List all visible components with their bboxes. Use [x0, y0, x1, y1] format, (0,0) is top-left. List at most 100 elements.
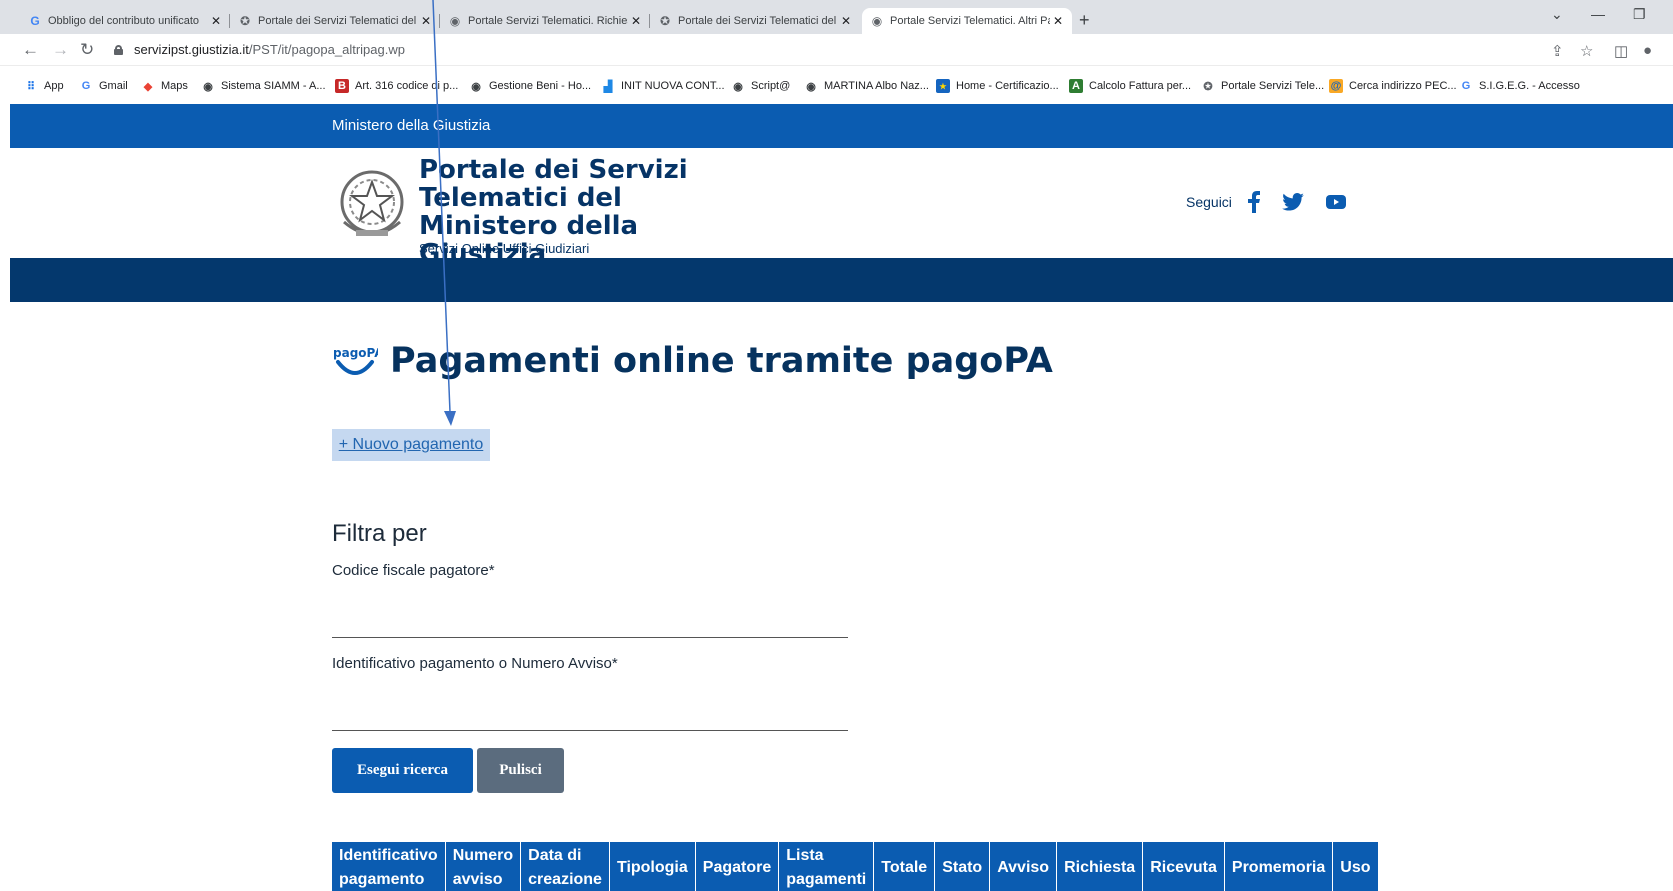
globe-icon: ◉ [871, 14, 883, 28]
table-header-cell: Uso [1332, 842, 1378, 891]
page-heading: pagoPA Pagamenti online tramite pagoPA [332, 340, 1053, 382]
table-header-text: Identificativo [339, 847, 438, 864]
emblem-icon: ✪ [659, 14, 671, 28]
side-panel-icon[interactable]: ◫ [1614, 42, 1628, 60]
bookmark-star-icon[interactable]: ☆ [1580, 42, 1593, 60]
new-payment-link[interactable]: + Nuovo pagamento [339, 436, 484, 454]
table-header-cell: Data di creazione [520, 842, 610, 891]
table-header-cell: Tipologia [609, 842, 696, 891]
bookmark-item[interactable]: ◉ Script@ [731, 79, 790, 93]
profile-avatar-icon[interactable]: ● [1643, 42, 1652, 59]
close-tab-icon[interactable]: ✕ [628, 14, 644, 28]
table-header-text: Stato [942, 859, 983, 876]
google-icon: G [1461, 80, 1471, 92]
navigation-bar [10, 258, 1673, 302]
twitter-icon[interactable] [1282, 193, 1304, 211]
browser-toolbar: ← → ↻ servizipst.giustizia.it/PST/it/pag… [0, 34, 1673, 66]
browser-tab[interactable]: G Obbligo del contributo unificato ✕ [20, 8, 230, 34]
close-tab-icon[interactable]: ✕ [418, 14, 434, 28]
google-icon: G [30, 14, 40, 28]
site-header: Portale dei Servizi Telematici del Minis… [10, 148, 1673, 268]
table-header-row: Identificativo pagamento Numero avviso Data … [332, 842, 1378, 891]
table-header-text: Totale [881, 859, 928, 876]
table-header-cell: Promemoria [1224, 842, 1334, 891]
tax-code-input[interactable] [332, 604, 848, 638]
google-icon: G [81, 80, 91, 92]
close-tab-icon[interactable]: ✕ [208, 14, 224, 28]
bookmark-item[interactable]: ⠿ App [24, 79, 64, 93]
table-header-cell: Totale [873, 842, 936, 891]
bookmark-item[interactable]: A Calcolo Fattura per... [1069, 79, 1191, 93]
bookmark-item[interactable]: @ Cerca indirizzo PEC... [1329, 79, 1457, 93]
close-tab-icon[interactable]: ✕ [1050, 14, 1066, 28]
back-icon[interactable]: ← [22, 40, 39, 60]
search-button[interactable]: Esegui ricerca [332, 748, 473, 793]
facebook-icon[interactable] [1247, 191, 1260, 213]
table-header-cell: Richiesta [1056, 842, 1144, 891]
payments-table: Identificativo pagamento Numero avviso Data … [332, 842, 1378, 891]
table-header-text: pagamento [339, 871, 425, 888]
browser-tab[interactable]: ✪ Portale dei Servizi Telematici del ✕ [650, 8, 860, 34]
table-header-text: Lista [786, 847, 824, 864]
reload-icon[interactable]: ↻ [80, 40, 94, 60]
bookmark-item[interactable]: ◆ Maps [141, 79, 188, 93]
browser-tab-active[interactable]: ◉ Portale Servizi Telematici. Altri Pa ✕ [862, 8, 1072, 34]
table-header-cell: Identificativo pagamento [332, 842, 446, 891]
table-header-text: Pagatore [702, 859, 772, 876]
tab-search-icon[interactable]: ⌄ [1551, 6, 1563, 23]
minimize-icon[interactable]: — [1591, 6, 1605, 22]
chart-icon: ▟ [603, 80, 613, 93]
table-header-cell: Pagatore [695, 842, 780, 891]
bookmarks-bar: ⠿ App G Gmail ◆ Maps ◉ Sistema SIAMM - A... … [0, 66, 1673, 104]
italian-republic-emblem-icon [340, 170, 404, 236]
share-icon[interactable]: ⇪ [1551, 42, 1564, 60]
social-links: Seguici [1186, 191, 1368, 213]
bookmark-item[interactable]: ★ Home - Certificazio... [936, 79, 1059, 93]
browser-tab[interactable]: ✪ Portale dei Servizi Telematici del ✕ [230, 8, 440, 34]
table-header-cell: Stato [934, 842, 991, 891]
bookmark-item[interactable]: G S.I.G.E.G. - Accesso [1459, 79, 1580, 93]
lock-icon[interactable] [114, 45, 123, 55]
new-tab-button[interactable]: + [1079, 10, 1090, 31]
table-header-text: avviso [452, 871, 503, 888]
restore-icon[interactable]: ❐ [1633, 6, 1646, 23]
table-header-text: Tipologia [616, 859, 688, 876]
table-header-text: Ricevuta [1150, 859, 1217, 876]
table-header-text: pagamenti [786, 871, 867, 888]
clear-button[interactable]: Pulisci [477, 748, 564, 793]
globe-icon: ◉ [449, 14, 461, 28]
tax-code-label: Codice fiscale pagatore* [332, 562, 495, 579]
browser-tab[interactable]: ◉ Portale Servizi Telematici. Richies ✕ [440, 8, 650, 34]
bookmark-item[interactable]: ◉ MARTINA Albo Naz... [804, 79, 929, 93]
bookmark-item[interactable]: G Gmail [79, 79, 128, 93]
table-header-cell: Ricevuta [1142, 842, 1225, 891]
bookmark-item[interactable]: B Art. 316 codice di p... [335, 79, 458, 93]
browser-tab-bar: G Obbligo del contributo unificato ✕ ✪ P… [0, 0, 1673, 34]
table-header-text: Avviso [997, 859, 1050, 876]
table-header-text: Uso [1340, 859, 1371, 876]
follow-label: Seguici [1186, 194, 1232, 210]
new-payment-button[interactable]: + Nuovo pagamento [332, 429, 490, 461]
youtube-icon[interactable] [1325, 195, 1346, 209]
table-header-text: Data di [528, 847, 582, 864]
forward-icon[interactable]: → [52, 40, 69, 60]
ministry-top-bar: Ministero della Giustizia [10, 104, 1673, 148]
bookmark-item[interactable]: ◉ Sistema SIAMM - A... [201, 79, 325, 93]
filter-heading: Filtra per [332, 520, 427, 547]
close-tab-icon[interactable]: ✕ [838, 14, 854, 28]
brocardi-icon: B [335, 79, 349, 93]
emblem-icon: ✪ [239, 14, 251, 28]
ministry-link[interactable]: Ministero della Giustizia [332, 117, 490, 134]
maps-pin-icon: ◆ [143, 80, 153, 93]
table-header-cell: Numero avviso [445, 842, 522, 891]
url-path: /PST/it/pagopa_altripag.wp [248, 42, 405, 57]
bookmark-item[interactable]: ▟ INIT NUOVA CONT... [601, 79, 725, 93]
address-bar[interactable]: servizipst.giustizia.it/PST/it/pagopa_al… [134, 42, 405, 57]
site-subtitle: Servizi Online Uffici Giudiziari [419, 241, 590, 256]
table-header-text: Promemoria [1231, 859, 1326, 876]
bookmark-item[interactable]: ✪ Portale Servizi Tele... [1201, 79, 1324, 93]
url-domain: servizipst.giustizia.it [134, 42, 249, 57]
svg-text:pagoPA: pagoPA [333, 346, 378, 360]
payment-id-input[interactable] [332, 697, 848, 731]
bookmark-item[interactable]: ◉ Gestione Beni - Ho... [469, 79, 591, 93]
